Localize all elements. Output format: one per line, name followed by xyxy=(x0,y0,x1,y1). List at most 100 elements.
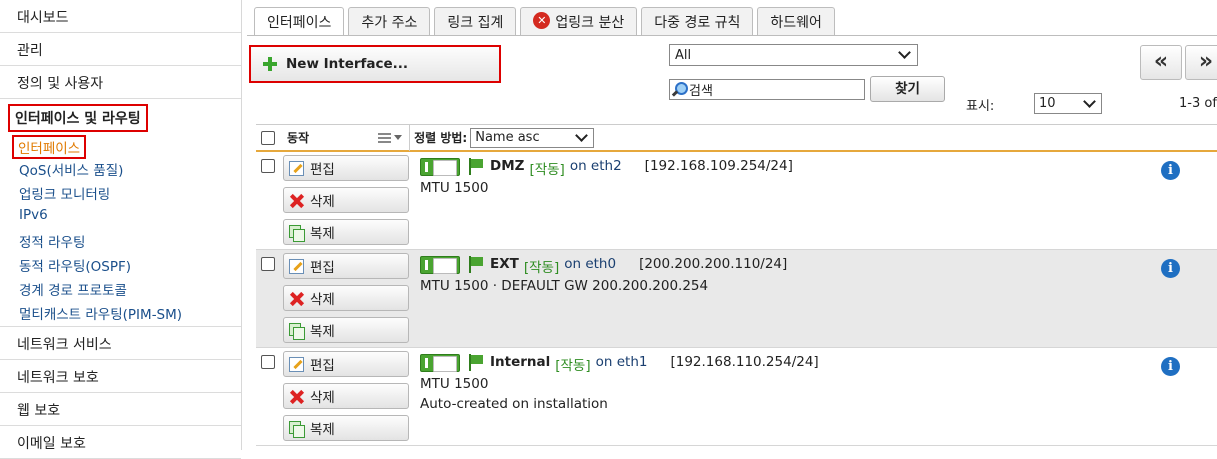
sidebar-item-label: 관리 xyxy=(17,43,43,59)
sidebar-item-label: 인터페이스 및 라우팅 xyxy=(8,104,148,132)
tab-additional-addresses[interactable]: 추가 주소 xyxy=(348,7,431,35)
new-interface-button[interactable]: New Interface... xyxy=(249,45,501,83)
error-icon: ✕ xyxy=(533,12,551,29)
select-all-checkbox[interactable] xyxy=(261,130,275,145)
pagination-buttons: « » xyxy=(1140,45,1217,80)
page-size-value: 10 xyxy=(1039,96,1056,111)
interface-hardware: on eth1 xyxy=(595,354,648,370)
page-size-label: 표시: xyxy=(966,99,995,114)
flag-icon xyxy=(469,158,483,175)
tab-hardware[interactable]: 하드웨어 xyxy=(757,7,835,35)
edit-icon xyxy=(289,160,304,176)
find-button[interactable]: 찾기 xyxy=(870,76,945,102)
edit-button[interactable]: 편집 xyxy=(283,253,409,279)
sidebar-item-label: 네트워크 보호 xyxy=(17,370,99,386)
sidebar-item-dashboard[interactable]: 대시보드 xyxy=(0,0,241,33)
prev-page-button[interactable]: « xyxy=(1140,45,1182,80)
search-input[interactable]: 검색 xyxy=(669,79,865,100)
edit-button[interactable]: 편집 xyxy=(283,155,409,181)
sidebar-item-web-protection[interactable]: 웹 보호 xyxy=(0,393,241,426)
sidebar-item-label: 네트워크 서비스 xyxy=(17,337,112,353)
copy-icon xyxy=(289,420,305,438)
search-placeholder: 검색 xyxy=(689,84,713,99)
delete-button[interactable]: 삭제 xyxy=(283,187,409,213)
sidebar-item-management[interactable]: 관리 xyxy=(0,33,241,66)
interface-status: [작동] xyxy=(523,260,560,276)
interface-detail: MTU 1500 xyxy=(420,180,489,196)
sidebar-submenu: 인터페이스 QoS(서비스 품질) 업링크 모니터링 IPv6 정적 라우팅 동… xyxy=(0,132,241,327)
sidebar-item-label: 정의 및 사용자 xyxy=(17,76,104,92)
next-page-button[interactable]: » xyxy=(1185,45,1217,80)
clone-button[interactable]: 복제 xyxy=(283,415,409,441)
sidebar-subitem-uplink-monitoring[interactable]: 업링크 모니터링 xyxy=(0,180,241,204)
row-checkbox[interactable] xyxy=(261,159,275,173)
delete-button[interactable]: 삭제 xyxy=(283,383,409,409)
sidebar-subitem-dynamic-routing[interactable]: 동적 라우팅(OSPF) xyxy=(0,252,241,276)
edit-button[interactable]: 편집 xyxy=(283,351,409,377)
tab-interfaces[interactable]: 인터페이스 xyxy=(254,7,345,36)
list-icon[interactable] xyxy=(378,132,392,143)
sidebar-subitem-static-routing[interactable]: 정적 라우팅 xyxy=(0,228,241,252)
enable-toggle[interactable] xyxy=(420,158,460,176)
sidebar-subitem-bgp[interactable]: 경계 경로 프로토콜 xyxy=(0,276,241,300)
interface-address: [192.168.110.254/24] xyxy=(670,354,819,370)
flag-icon xyxy=(469,256,483,273)
interface-name: Internal xyxy=(490,354,551,370)
delete-button[interactable]: 삭제 xyxy=(283,285,409,311)
sidebar-subitem-interfaces[interactable]: 인터페이스 xyxy=(0,132,241,159)
sidebar-item-interfaces-routing[interactable]: 인터페이스 및 라우팅 xyxy=(0,99,241,132)
info-icon[interactable]: i xyxy=(1161,357,1180,376)
delete-icon xyxy=(289,389,304,404)
info-icon[interactable]: i xyxy=(1161,161,1180,180)
clone-button[interactable]: 복제 xyxy=(283,317,409,343)
table-row: 편집 삭제 복제 DMZ [작동] on eth2 [192.168.109.2… xyxy=(256,152,1217,250)
delete-icon xyxy=(289,291,304,306)
header-divider xyxy=(409,124,411,151)
interface-hardware: on eth2 xyxy=(569,158,622,174)
clone-button[interactable]: 복제 xyxy=(283,219,409,245)
interface-summary: DMZ [작동] on eth2 [192.168.109.254/24] xyxy=(490,158,793,178)
filter-select[interactable]: All xyxy=(669,44,918,66)
edit-icon xyxy=(289,356,304,372)
row-checkbox[interactable] xyxy=(261,355,275,369)
tab-uplink-balancing[interactable]: ✕ 업링크 분산 xyxy=(520,7,638,35)
sidebar-item-definitions-users[interactable]: 정의 및 사용자 xyxy=(0,66,241,99)
interface-name: DMZ xyxy=(490,158,525,174)
plus-icon xyxy=(262,56,278,72)
copy-icon xyxy=(289,322,305,340)
interface-detail: MTU 1500 xyxy=(420,376,489,392)
row-checkbox[interactable] xyxy=(261,257,275,271)
dropdown-arrow-icon[interactable] xyxy=(394,135,403,140)
enable-toggle[interactable] xyxy=(420,354,460,372)
page-info: 1-3 of 3 xyxy=(1179,96,1217,111)
chevron-down-icon xyxy=(898,46,911,59)
tab-link-aggregation[interactable]: 링크 집계 xyxy=(434,7,517,35)
table-row: 편집 삭제 복제 Internal [작동] on eth1 [192.168.… xyxy=(256,348,1217,446)
sidebar-subitem-multicast[interactable]: 멀티캐스트 라우팅(PIM-SM) xyxy=(0,300,241,324)
tab-multipath-rules[interactable]: 다중 경로 규칙 xyxy=(641,7,754,35)
edit-icon xyxy=(289,258,304,274)
interface-address: [200.200.200.110/24] xyxy=(639,256,788,272)
copy-icon xyxy=(289,224,305,242)
interface-status: [작동] xyxy=(529,162,565,178)
sidebar-subitem-ipv6[interactable]: IPv6 xyxy=(0,204,241,228)
info-icon[interactable]: i xyxy=(1161,259,1180,278)
sort-value: Name asc xyxy=(475,130,540,145)
action-header: 동작 xyxy=(287,131,310,145)
delete-icon xyxy=(289,193,304,208)
sort-label: 정렬 방법: xyxy=(414,131,468,145)
interface-summary: EXT [작동] on eth0 [200.200.200.110/24] xyxy=(490,256,787,276)
interface-summary: Internal [작동] on eth1 [192.168.110.254/2… xyxy=(490,354,819,374)
table-row: 편집 삭제 복제 EXT [작동] on eth0 [200.200.200.1… xyxy=(256,250,1217,348)
sidebar-subitem-qos[interactable]: QoS(서비스 품질) xyxy=(0,156,241,180)
sort-select[interactable]: Name asc xyxy=(470,127,595,148)
interface-name: EXT xyxy=(490,256,519,272)
sidebar-item-label: 웹 보호 xyxy=(17,403,61,419)
enable-toggle[interactable] xyxy=(420,256,460,274)
interface-comment: Auto-created on installation xyxy=(420,396,608,412)
chevron-down-icon xyxy=(575,128,589,142)
sidebar-item-network-protection[interactable]: 네트워크 보호 xyxy=(0,360,241,393)
sidebar-item-email-protection[interactable]: 이메일 보호 xyxy=(0,426,241,459)
sidebar-item-network-services[interactable]: 네트워크 서비스 xyxy=(0,327,241,360)
page-size-select[interactable]: 10 xyxy=(1034,93,1102,114)
